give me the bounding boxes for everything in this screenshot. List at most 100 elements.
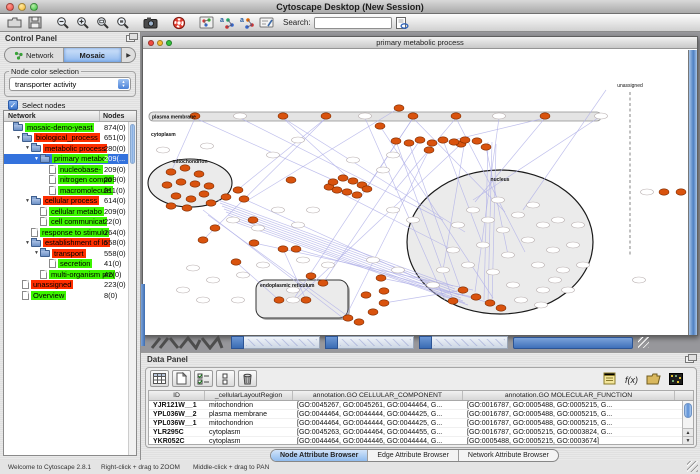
tree-row[interactable]: unassigned223(0)	[4, 280, 128, 291]
network-node-selected-color[interactable]	[449, 139, 459, 145]
network-node-selected-color[interactable]	[231, 259, 241, 265]
tree-row[interactable]: cellular metabo209(0)	[4, 206, 128, 217]
network-node-selected-color[interactable]	[438, 137, 448, 143]
combo-stepper-icon[interactable]: ▲▼	[118, 79, 129, 89]
network-node-selected-color[interactable]	[460, 137, 470, 143]
network-node[interactable]	[347, 157, 360, 163]
network-node-selected-color[interactable]	[166, 203, 176, 209]
network-node[interactable]	[287, 297, 300, 303]
network-node[interactable]	[272, 207, 285, 213]
network-node-selected-color[interactable]	[676, 189, 686, 195]
network-node[interactable]	[437, 267, 450, 273]
zoom-fit-icon[interactable]	[113, 15, 132, 31]
network-node-selected-color[interactable]	[352, 192, 362, 198]
attribute-editor-icon[interactable]	[601, 371, 618, 386]
network-node[interactable]	[232, 297, 245, 303]
minimized-window-bar[interactable]	[419, 336, 508, 349]
network-node[interactable]	[227, 217, 240, 223]
network-node[interactable]	[267, 152, 280, 158]
tree-expander-icon[interactable]: ▼	[33, 250, 40, 256]
network-node[interactable]	[447, 247, 460, 253]
table-column-header[interactable]: _cellularLayoutRegion	[205, 391, 293, 400]
network-node-selected-color[interactable]	[375, 123, 385, 129]
network-node-selected-color[interactable]	[472, 138, 482, 144]
network-node-selected-color[interactable]	[361, 292, 371, 298]
network-node-selected-color[interactable]	[376, 275, 386, 281]
network-node-selected-color[interactable]	[171, 193, 181, 199]
network-node[interactable]	[537, 222, 550, 228]
tree-row[interactable]: ▼transport558(0)	[4, 248, 128, 259]
search-input[interactable]	[315, 18, 392, 28]
vizmapper-edit-icon[interactable]	[257, 15, 276, 31]
table-scrollbar[interactable]: ▲ ▼	[682, 401, 693, 444]
table-row[interactable]: YLR295Ccytoplasm[GO:0045263, GO:0044464,…	[149, 428, 693, 437]
tab-network[interactable]: Network	[5, 48, 64, 62]
tab-edge-attribute-browser[interactable]: Edge Attribute Browser	[368, 450, 459, 461]
network-node[interactable]	[237, 272, 250, 278]
tree-expander-icon[interactable]: ▼	[24, 240, 31, 246]
network-node-selected-color[interactable]	[451, 113, 461, 119]
window-resize-grip[interactable]	[687, 461, 698, 472]
network-node-selected-color[interactable]	[248, 217, 258, 223]
network-node[interactable]	[562, 287, 575, 293]
tab-node-attribute-browser[interactable]: Node Attribute Browser	[271, 450, 368, 461]
network-node[interactable]	[427, 282, 440, 288]
view-zoom-button[interactable]	[166, 40, 172, 46]
network-node[interactable]	[492, 197, 505, 203]
network-node-selected-color[interactable]	[182, 205, 192, 211]
import-attributes-icon[interactable]	[645, 371, 662, 386]
help-icon[interactable]	[169, 15, 188, 31]
tree-row[interactable]: Overview8(0)	[4, 290, 128, 301]
link-page-icon[interactable]	[393, 15, 412, 31]
network-node[interactable]	[292, 137, 305, 143]
network-node-selected-color[interactable]	[332, 187, 342, 193]
network-node[interactable]	[507, 282, 520, 288]
network-node-selected-color[interactable]	[328, 179, 338, 185]
network-node-selected-color[interactable]	[427, 140, 437, 146]
network-node[interactable]	[157, 147, 170, 153]
network-node-selected-color[interactable]	[206, 200, 216, 206]
table-column-header[interactable]: annotation.GO CELLULAR_COMPONENT	[293, 391, 463, 400]
network-node[interactable]	[392, 267, 405, 273]
zoom-out-icon[interactable]	[53, 15, 72, 31]
network-node[interactable]	[387, 152, 400, 158]
network-node-selected-color[interactable]	[176, 179, 186, 185]
network-node[interactable]	[532, 262, 545, 268]
network-node[interactable]	[577, 262, 590, 268]
network-vertical-scrollbar[interactable]	[688, 50, 697, 335]
table-row[interactable]: YJR121W__1mitochondrion[GO:0045267, GO:0…	[149, 401, 693, 410]
attribute-select-icon[interactable]	[150, 370, 169, 387]
network-node-selected-color[interactable]	[379, 288, 389, 294]
tree-expander-icon[interactable]: ▼	[15, 135, 22, 141]
tree-row[interactable]: multi-organism pro42(0)	[4, 269, 128, 280]
network-node-selected-color[interactable]	[348, 178, 358, 184]
tree-row[interactable]: ▼biological_process651(0)	[4, 133, 128, 144]
network-node-selected-color[interactable]	[481, 144, 491, 150]
view-close-button[interactable]	[148, 40, 154, 46]
network-node[interactable]	[307, 207, 320, 213]
network-node-selected-color[interactable]	[190, 181, 200, 187]
network-node[interactable]	[359, 113, 372, 119]
scroll-down-icon[interactable]: ▼	[683, 436, 693, 444]
network-node[interactable]	[367, 257, 380, 263]
network-node-selected-color[interactable]	[186, 196, 196, 202]
table-row[interactable]: YPL036W__2plasma membrane[GO:0044464, GO…	[149, 410, 693, 419]
network-node[interactable]	[292, 222, 305, 228]
formula-builder-icon[interactable]: f(x)	[623, 371, 640, 386]
tab-overflow-icon[interactable]: ▶	[122, 48, 135, 62]
network-node[interactable]	[487, 269, 500, 275]
select-nodes-checkbox[interactable]: ✓	[8, 100, 18, 110]
open-session-icon[interactable]	[5, 15, 24, 31]
network-node[interactable]	[452, 222, 465, 228]
network-node-selected-color[interactable]	[458, 287, 468, 293]
zoom-in-icon[interactable]	[73, 15, 92, 31]
network-node-selected-color[interactable]	[318, 280, 328, 286]
attribute-matrix-icon[interactable]	[667, 371, 684, 386]
network-node[interactable]	[462, 262, 475, 268]
network-node-selected-color[interactable]	[496, 305, 506, 311]
network-node-selected-color[interactable]	[162, 182, 172, 188]
network-view-window[interactable]: primary metabolic process plasma membran…	[142, 36, 698, 336]
network-node[interactable]	[515, 297, 528, 303]
network-node[interactable]	[177, 287, 190, 293]
network-node-selected-color[interactable]	[198, 237, 208, 243]
